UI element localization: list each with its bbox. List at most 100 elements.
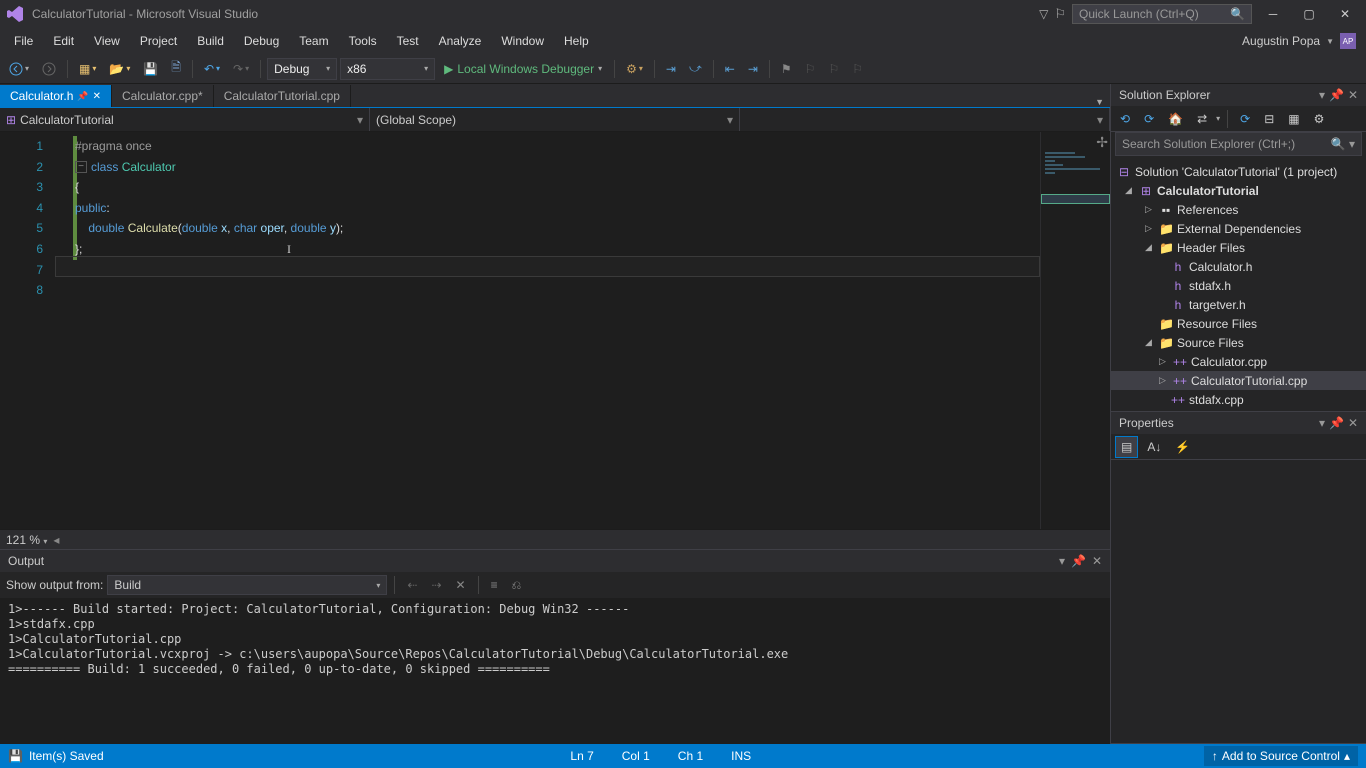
split-icon[interactable]: ✢ xyxy=(1096,134,1108,151)
document-tab[interactable]: Calculator.cpp* xyxy=(112,85,214,107)
se-collapse-icon[interactable]: ⊟ xyxy=(1259,109,1279,129)
menu-view[interactable]: View xyxy=(84,31,130,51)
step-into-icon[interactable]: ⇥ xyxy=(661,59,681,79)
props-categorized-icon[interactable]: ▤ xyxy=(1115,436,1138,458)
tree-file-node[interactable]: hCalculator.h xyxy=(1111,257,1366,276)
se-sync-icon[interactable]: ⇄ xyxy=(1192,109,1212,129)
nav-project-combo[interactable]: ⊞ CalculatorTutorial▾ xyxy=(0,108,370,131)
panel-pin-icon[interactable]: 📌 xyxy=(1329,416,1344,430)
nav-member-combo[interactable]: ▾ xyxy=(740,108,1110,131)
solution-explorer-search[interactable]: Search Solution Explorer (Ctrl+;)🔍 ▾ xyxy=(1115,132,1362,156)
bookmark-prev-icon: ⚐ xyxy=(800,59,821,79)
config-combo[interactable]: Debug▾ xyxy=(267,58,337,80)
se-fwd-icon[interactable]: ⟳ xyxy=(1139,109,1159,129)
output-text[interactable]: 1>------ Build started: Project: Calcula… xyxy=(0,598,1110,744)
maximize-button[interactable]: ▢ xyxy=(1294,7,1324,21)
solution-tree[interactable]: ⊟Solution 'CalculatorTutorial' (1 projec… xyxy=(1111,160,1366,411)
output-wrap-icon[interactable]: ≡ xyxy=(486,575,503,595)
tree-resource-files-node[interactable]: 📁Resource Files xyxy=(1111,314,1366,333)
output-goto-icon[interactable]: ⎌ xyxy=(507,575,527,596)
undo-button[interactable]: ↶▾ xyxy=(199,59,225,79)
panel-pin-icon[interactable]: 📌 xyxy=(1329,88,1344,102)
toolbar-process-button[interactable]: ⚙▾ xyxy=(621,59,648,79)
code-editor[interactable]: 12345678 I #pragma once−class Calculator… xyxy=(0,132,1110,529)
new-project-button[interactable]: ▦▾ xyxy=(74,59,101,79)
se-back-icon[interactable]: ⟲ xyxy=(1115,109,1135,129)
tree-file-node[interactable]: ++stdafx.cpp xyxy=(1111,390,1366,409)
add-source-control-button[interactable]: ↑ Add to Source Control ▴ xyxy=(1204,746,1358,766)
menu-debug[interactable]: Debug xyxy=(234,31,289,51)
panel-menu-icon[interactable]: ▾ xyxy=(1319,88,1325,102)
nav-fwd-button[interactable] xyxy=(37,59,61,79)
bookmark-icon[interactable]: ⚑ xyxy=(776,59,797,79)
panel-close-icon[interactable]: ✕ xyxy=(1092,554,1102,568)
se-refresh-icon[interactable]: ⟳ xyxy=(1235,109,1255,129)
tree-file-node[interactable]: ▷++CalculatorTutorial.cpp xyxy=(1111,371,1366,390)
menu-analyze[interactable]: Analyze xyxy=(429,31,492,51)
menu-test[interactable]: Test xyxy=(387,31,429,51)
save-all-button[interactable]: 🗎 xyxy=(166,55,186,82)
code-nav-bar: ⊞ CalculatorTutorial▾ (Global Scope)▾ ▾ xyxy=(0,108,1110,132)
document-tab[interactable]: CalculatorTutorial.cpp xyxy=(214,85,351,107)
menu-team[interactable]: Team xyxy=(289,31,338,51)
pin-icon[interactable]: 📌 xyxy=(77,91,88,102)
tree-source-files-node[interactable]: ◢📁Source Files xyxy=(1111,333,1366,352)
panel-menu-icon[interactable]: ▾ xyxy=(1319,416,1325,430)
code-minimap[interactable]: ✢ xyxy=(1040,132,1110,529)
tree-header-files-node[interactable]: ◢📁Header Files xyxy=(1111,238,1366,257)
user-avatar-icon: AP xyxy=(1340,33,1356,49)
panel-close-icon[interactable]: ✕ xyxy=(1348,416,1358,430)
se-properties-icon[interactable]: ⚙ xyxy=(1309,109,1330,129)
step-over-icon[interactable]: ⤻ xyxy=(684,58,707,79)
props-alpha-icon[interactable]: A↓ xyxy=(1142,437,1166,457)
menu-window[interactable]: Window xyxy=(491,31,554,51)
minimap-viewport[interactable] xyxy=(1041,194,1110,204)
tree-file-node[interactable]: ▷++Calculator.cpp xyxy=(1111,352,1366,371)
tree-external-deps-node[interactable]: ▷📁External Dependencies xyxy=(1111,219,1366,238)
menu-tools[interactable]: Tools xyxy=(339,31,387,51)
menu-help[interactable]: Help xyxy=(554,31,599,51)
document-tab[interactable]: Calculator.h 📌 ✕ xyxy=(0,85,112,107)
menu-edit[interactable]: Edit xyxy=(43,31,84,51)
nav-back-button[interactable]: ▾ xyxy=(4,59,34,79)
tree-solution-node[interactable]: ⊟Solution 'CalculatorTutorial' (1 projec… xyxy=(1111,162,1366,181)
open-file-button[interactable]: 📂▾ xyxy=(104,59,135,79)
user-account[interactable]: Augustin Popa ▼ AP xyxy=(1242,33,1362,49)
output-source-combo[interactable]: Build▾ xyxy=(107,575,387,595)
menu-file[interactable]: File xyxy=(4,31,43,51)
menu-build[interactable]: Build xyxy=(187,31,234,51)
panel-pin-icon[interactable]: 📌 xyxy=(1071,554,1086,568)
tree-file-node[interactable]: hstdafx.h xyxy=(1111,276,1366,295)
platform-combo[interactable]: x86▾ xyxy=(340,58,435,80)
menu-project[interactable]: Project xyxy=(130,31,187,51)
zoom-combo[interactable]: 121 % ▾ xyxy=(6,533,47,547)
tree-references-node[interactable]: ▷▪▪References xyxy=(1111,200,1366,219)
tree-project-node[interactable]: ◢⊞CalculatorTutorial xyxy=(1111,181,1366,200)
quick-launch-input[interactable]: Quick Launch (Ctrl+Q) 🔍 xyxy=(1072,4,1252,24)
hscroll-left-icon[interactable]: ◂ xyxy=(53,533,59,547)
minimize-button[interactable]: ─ xyxy=(1258,7,1288,21)
notifications-icon[interactable]: ▽ xyxy=(1039,7,1048,21)
se-home-icon[interactable]: 🏠 xyxy=(1163,109,1188,129)
header-file-icon: h xyxy=(1171,298,1185,312)
document-tabs: Calculator.h 📌 ✕Calculator.cpp*Calculato… xyxy=(0,84,1110,108)
output-clear-icon[interactable]: ✕ xyxy=(451,575,471,595)
panel-close-icon[interactable]: ✕ xyxy=(1348,88,1358,102)
start-debug-button[interactable]: ▶ Local Windows Debugger ▾ xyxy=(438,62,608,76)
properties-title: Properties xyxy=(1119,416,1174,430)
tab-overflow-button[interactable]: ▼ xyxy=(1089,97,1110,107)
status-bar: 💾 Item(s) Saved Ln 7 Col 1 Ch 1 INS ↑ Ad… xyxy=(0,744,1366,768)
save-button[interactable]: 💾 xyxy=(138,59,163,79)
nav-scope-combo[interactable]: (Global Scope)▾ xyxy=(370,108,740,131)
indent-icon[interactable]: ⇥ xyxy=(743,59,763,79)
redo-button[interactable]: ↷▾ xyxy=(228,59,254,79)
feedback-icon[interactable]: ⚐ xyxy=(1054,6,1066,22)
outdent-icon[interactable]: ⇤ xyxy=(720,59,740,79)
close-button[interactable]: ✕ xyxy=(1330,7,1360,21)
panel-menu-icon[interactable]: ▾ xyxy=(1059,554,1065,568)
props-events-icon[interactable]: ⚡ xyxy=(1170,437,1195,457)
tree-file-node[interactable]: htargetver.h xyxy=(1111,295,1366,314)
se-showall-icon[interactable]: ▦ xyxy=(1283,109,1304,129)
close-tab-icon[interactable]: ✕ xyxy=(93,91,101,102)
cpp-file-icon: ++ xyxy=(1171,393,1185,407)
